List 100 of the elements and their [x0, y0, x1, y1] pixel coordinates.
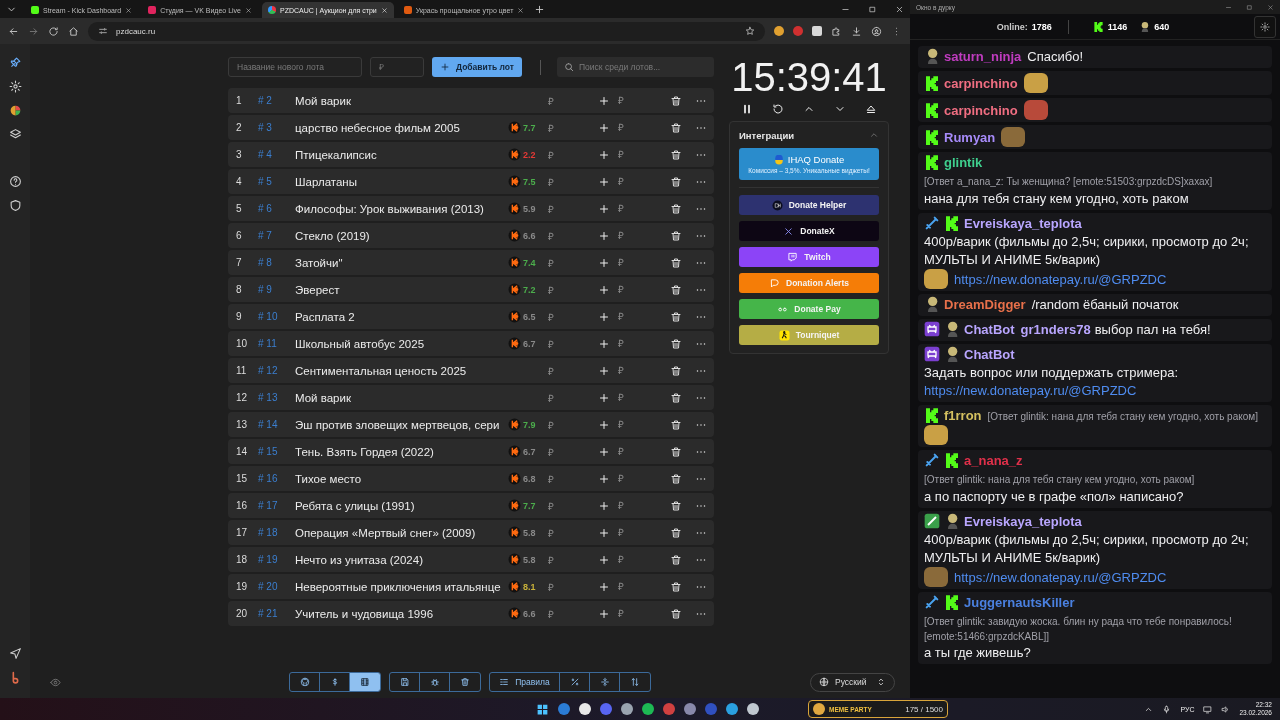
plus-icon[interactable] — [598, 94, 610, 107]
taskbar-app-icon[interactable] — [621, 703, 633, 715]
integration-button[interactable]: Donate Helper — [739, 195, 879, 215]
close-icon[interactable] — [245, 6, 252, 14]
trash-icon[interactable] — [670, 607, 682, 620]
add-lot-button[interactable]: Добавить лот — [432, 57, 522, 77]
trash-icon[interactable] — [670, 445, 682, 458]
pin-icon[interactable] — [8, 56, 22, 69]
eye-icon[interactable] — [50, 676, 61, 688]
trash-icon[interactable] — [670, 310, 682, 323]
amount-field[interactable]: ₽ — [370, 57, 424, 77]
forward-icon[interactable] — [28, 25, 39, 37]
chat-username[interactable]: Evreiskaya_teplota — [964, 216, 1082, 231]
integration-button[interactable]: Twitch — [739, 247, 879, 267]
integration-button[interactable]: DonateX — [739, 221, 879, 241]
volume-icon[interactable] — [1221, 704, 1231, 714]
plus-icon[interactable] — [598, 148, 610, 161]
layers-icon[interactable] — [8, 128, 22, 141]
trash-icon[interactable] — [670, 499, 682, 512]
profile-icon[interactable] — [871, 25, 882, 37]
plus-icon[interactable] — [598, 580, 610, 593]
bid-field[interactable]: ₽ — [618, 203, 644, 214]
bid-field[interactable]: ₽ — [618, 230, 644, 241]
plus-icon[interactable] — [598, 526, 610, 539]
trash-icon[interactable] — [670, 229, 682, 242]
trash-icon[interactable] — [670, 94, 682, 107]
reload-icon[interactable] — [48, 25, 59, 37]
message-link[interactable]: https://new.donatepay.ru/@GRPZDC — [954, 272, 1167, 287]
bid-field[interactable]: ₽ — [618, 554, 644, 565]
taskbar-app-icon[interactable] — [579, 703, 591, 715]
language-select[interactable]: Русский — [810, 672, 895, 692]
chat-username[interactable]: DreamDigger — [944, 297, 1026, 312]
rules-button[interactable]: Правила — [490, 673, 560, 691]
trash-icon[interactable] — [670, 526, 682, 539]
pause-icon[interactable] — [741, 103, 753, 115]
close-icon[interactable] — [380, 6, 388, 14]
bid-field[interactable]: ₽ — [618, 473, 644, 484]
plus-icon[interactable] — [598, 121, 610, 134]
bid-field[interactable]: ₽ — [618, 311, 644, 322]
bid-field[interactable]: ₽ — [618, 608, 644, 619]
close-icon[interactable] — [1267, 3, 1274, 11]
plus-icon[interactable] — [598, 337, 610, 350]
new-tab-icon[interactable] — [534, 3, 546, 15]
extensions-icon[interactable] — [831, 25, 842, 37]
close-icon[interactable] — [517, 6, 525, 14]
start-icon[interactable] — [536, 702, 549, 716]
chat-username[interactable]: ChatBot — [964, 322, 1015, 337]
plus-icon[interactable] — [598, 283, 610, 296]
trash-icon[interactable] — [670, 580, 682, 593]
microphone-icon[interactable] — [1162, 704, 1172, 714]
plus-icon[interactable] — [598, 472, 610, 485]
toolbar-button[interactable] — [350, 673, 380, 691]
trash-icon[interactable] — [670, 391, 682, 404]
address-bar[interactable]: pzdcauc.ru — [88, 21, 765, 41]
bid-field[interactable]: ₽ — [618, 581, 644, 592]
bid-field[interactable]: ₽ — [618, 95, 644, 106]
chat-username[interactable]: Evreiskaya_teplota — [964, 514, 1082, 529]
download-icon[interactable] — [851, 25, 862, 37]
plus-icon[interactable] — [598, 310, 610, 323]
plus-icon[interactable] — [598, 202, 610, 215]
search-field[interactable]: Поиск среди лотов... — [557, 57, 714, 77]
taskbar-app-icon[interactable] — [747, 703, 759, 715]
bid-field[interactable]: ₽ — [618, 392, 644, 403]
bid-field[interactable]: ₽ — [618, 446, 644, 457]
taskbar-app-icon[interactable] — [726, 703, 738, 715]
taskbar-app-icon[interactable] — [642, 703, 654, 715]
settings-icon[interactable] — [8, 80, 22, 93]
plus-icon[interactable] — [598, 499, 610, 512]
trash-icon[interactable] — [670, 337, 682, 350]
chat-username[interactable]: carpinchino — [944, 76, 1018, 91]
send-icon[interactable] — [8, 647, 22, 660]
trash-icon[interactable] — [670, 364, 682, 377]
chat-username[interactable]: carpinchino — [944, 103, 1018, 118]
pie-chart-icon[interactable] — [8, 104, 22, 117]
monitor-icon[interactable] — [1203, 704, 1213, 714]
plus-icon[interactable] — [598, 418, 610, 431]
back-icon[interactable] — [8, 25, 19, 37]
message-link[interactable]: https://new.donatepay.ru/@GRPZDC — [954, 570, 1167, 585]
bid-field[interactable]: ₽ — [618, 176, 644, 187]
trash-icon[interactable] — [670, 175, 682, 188]
plus-icon[interactable] — [598, 607, 610, 620]
bid-field[interactable]: ₽ — [618, 365, 644, 376]
trash-icon[interactable] — [670, 121, 682, 134]
chat-username[interactable]: glintik — [944, 155, 983, 170]
trash-icon[interactable] — [670, 472, 682, 485]
trash-icon[interactable] — [670, 148, 682, 161]
plus-icon[interactable] — [598, 364, 610, 377]
bid-field[interactable]: ₽ — [618, 257, 644, 268]
plus-icon[interactable] — [598, 256, 610, 269]
message-link[interactable]: https://new.donatepay.ru/@GRPZDC — [924, 383, 1137, 398]
settings-button[interactable] — [1254, 15, 1276, 38]
bid-field[interactable]: ₽ — [618, 527, 644, 538]
star-icon[interactable] — [745, 26, 755, 36]
bid-field[interactable]: ₽ — [618, 122, 644, 133]
bid-field[interactable]: ₽ — [618, 500, 644, 511]
maximize-icon[interactable] — [868, 4, 877, 14]
plus-icon[interactable] — [598, 229, 610, 242]
plus-icon[interactable] — [598, 553, 610, 566]
trash-icon[interactable] — [670, 202, 682, 215]
trash-icon[interactable] — [670, 418, 682, 431]
